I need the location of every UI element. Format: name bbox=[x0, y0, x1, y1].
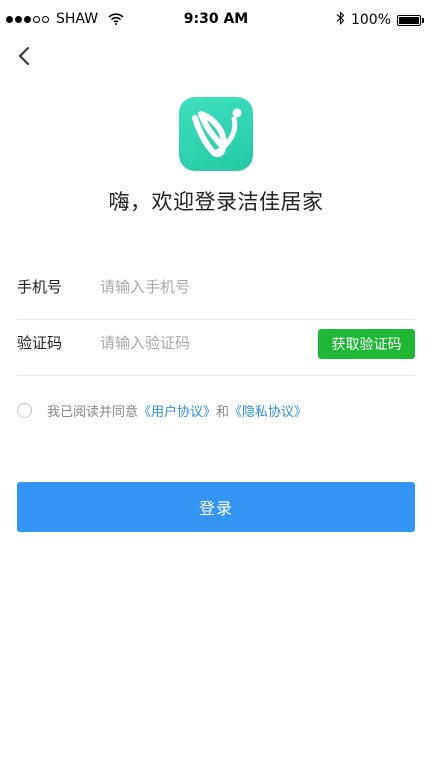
user-agreement-link[interactable]: 《用户协议》 bbox=[138, 401, 216, 420]
app-logo-icon bbox=[192, 108, 242, 158]
battery-icon bbox=[397, 14, 424, 26]
phone-label: 手机号 bbox=[17, 278, 63, 296]
agreement-prefix: 我已阅读并同意 bbox=[47, 404, 139, 420]
agreement-conjunction: 和 bbox=[216, 404, 230, 420]
phone-input[interactable] bbox=[100, 273, 300, 301]
battery-percent: 100% bbox=[350, 12, 391, 28]
status-right: 100% bbox=[336, 11, 424, 29]
bluetooth-icon bbox=[336, 11, 345, 29]
login-button[interactable]: 登录 bbox=[17, 482, 415, 532]
app-logo bbox=[179, 97, 253, 171]
back-button[interactable] bbox=[12, 42, 40, 70]
get-code-button[interactable]: 获取验证码 bbox=[318, 329, 415, 359]
verification-code-input[interactable] bbox=[100, 329, 300, 357]
agreement-radio[interactable] bbox=[17, 402, 32, 418]
agreement: 我已阅读并同意 《用户协议》 和 《隐私协议》 bbox=[17, 399, 307, 421]
verification-code-row: 验证码 获取验证码 bbox=[17, 311, 415, 376]
privacy-policy-link[interactable]: 《隐私协议》 bbox=[229, 401, 307, 420]
verification-code-label: 验证码 bbox=[17, 334, 63, 352]
welcome-title: 嗨，欢迎登录洁佳居家 bbox=[108, 190, 324, 214]
status-bar: SHAW 9:30 AM 100% bbox=[0, 0, 432, 40]
chevron-left-icon bbox=[19, 47, 29, 65]
